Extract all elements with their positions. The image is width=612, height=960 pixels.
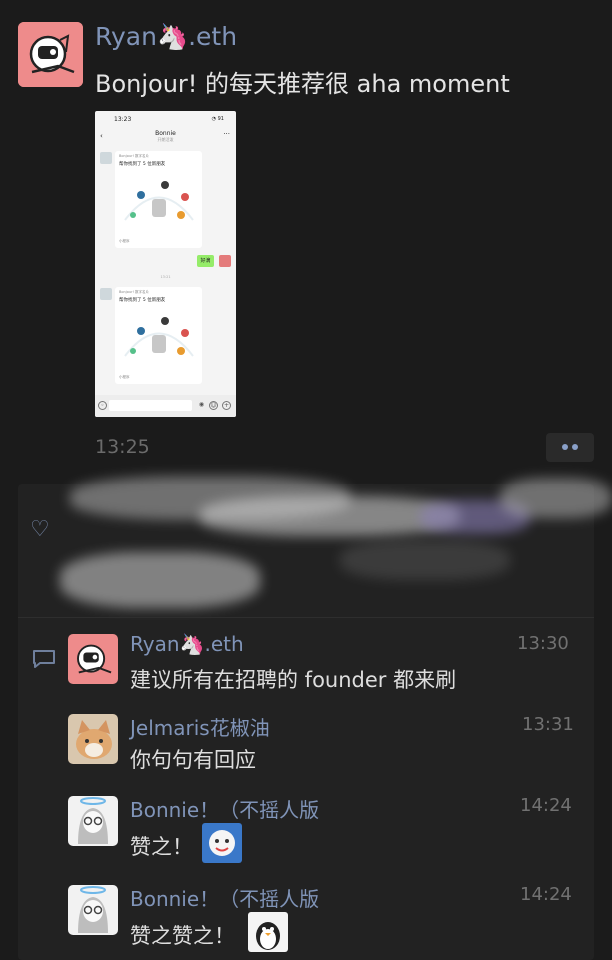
comment-author[interactable]: Bonnie！（不摇人版	[130, 794, 319, 823]
comment-text[interactable]: 赞之赞之！	[130, 920, 235, 950]
mini-status-icons: ◔ 91	[211, 116, 224, 122]
sticker-image	[248, 912, 288, 952]
mini-avatar	[100, 152, 112, 164]
mini-card-footer-2: 小程序	[119, 375, 130, 379]
comment-author[interactable]: Bonnie！（不摇人版	[130, 883, 319, 912]
mini-status-time: 13:23	[114, 116, 132, 123]
mini-status-bar: 13:23 ◔ 91	[95, 111, 236, 131]
comment-icon	[33, 650, 55, 668]
comment-time: 13:30	[517, 633, 569, 654]
mini-more-icon: ···	[223, 130, 230, 138]
post-image[interactable]: 13:23 ◔ 91 ‹ Bonnie 开朗活泼 ··· Bonjour! 数字…	[95, 111, 236, 417]
mini-avatar-2	[100, 288, 112, 300]
mini-reply-bubble: 好滴	[197, 255, 214, 267]
mini-card-illustration-2	[124, 317, 194, 357]
comment-text[interactable]: 建议所有在招聘的 founder 都来刷	[130, 664, 456, 694]
mini-card-footer: 小程序	[119, 239, 130, 243]
comment-avatar[interactable]	[68, 634, 118, 684]
comment-time: 14:24	[520, 795, 572, 816]
more-dots-icon[interactable]	[546, 433, 594, 462]
comment-avatar[interactable]	[68, 714, 118, 764]
mini-self-avatar	[219, 255, 231, 267]
mini-card-head: Bonjour! 数字名片	[119, 154, 150, 158]
post-author-name[interactable]: Ryan🦄.eth	[95, 22, 237, 52]
comment-avatar[interactable]	[68, 885, 118, 935]
comment-time: 14:24	[520, 884, 572, 905]
mic-icon: ◉	[198, 401, 205, 408]
comment-text[interactable]: 赞之！	[130, 831, 193, 861]
mini-card-2: Bonjour! 数字名片 帮你找到了 5 位新朋友 小程序	[115, 287, 202, 384]
panel-divider	[18, 617, 594, 618]
mini-card-text: 帮你找到了 5 位新朋友	[119, 162, 166, 167]
comment-text[interactable]: 你句句有回应	[130, 744, 256, 774]
add-icon: +	[222, 401, 231, 410]
mini-input-box	[109, 400, 192, 411]
mini-chat-subtitle: 开朗活泼	[157, 137, 174, 142]
emoji-icon: ☺	[209, 401, 218, 410]
post-text: Bonjour! 的每天推荐很 aha moment	[95, 70, 510, 98]
comment-author[interactable]: Jelmaris花椒油	[130, 712, 270, 741]
comment-avatar[interactable]	[68, 796, 118, 846]
mini-chat-title: Bonnie	[155, 130, 176, 137]
mini-card-head-2: Bonjour! 数字名片	[119, 290, 150, 294]
post-time: 13:25	[95, 436, 150, 458]
mini-input-bar: ◦ ◉ ☺ +	[95, 395, 236, 417]
sticker-image	[202, 823, 242, 863]
mini-card-illustration	[124, 181, 194, 221]
post-author-avatar[interactable]	[18, 22, 83, 87]
voice-icon: ◦	[98, 401, 107, 410]
back-icon: ‹	[100, 132, 103, 140]
mini-card-text-2: 帮你找到了 5 位新朋友	[119, 298, 166, 303]
comment-author[interactable]: Ryan🦄.eth	[130, 632, 244, 656]
heart-icon: ♡	[30, 517, 50, 542]
mini-mid-time: 13:21	[160, 275, 171, 279]
comment-time: 13:31	[522, 714, 574, 735]
mini-card: Bonjour! 数字名片 帮你找到了 5 位新朋友 小程序	[115, 151, 202, 248]
